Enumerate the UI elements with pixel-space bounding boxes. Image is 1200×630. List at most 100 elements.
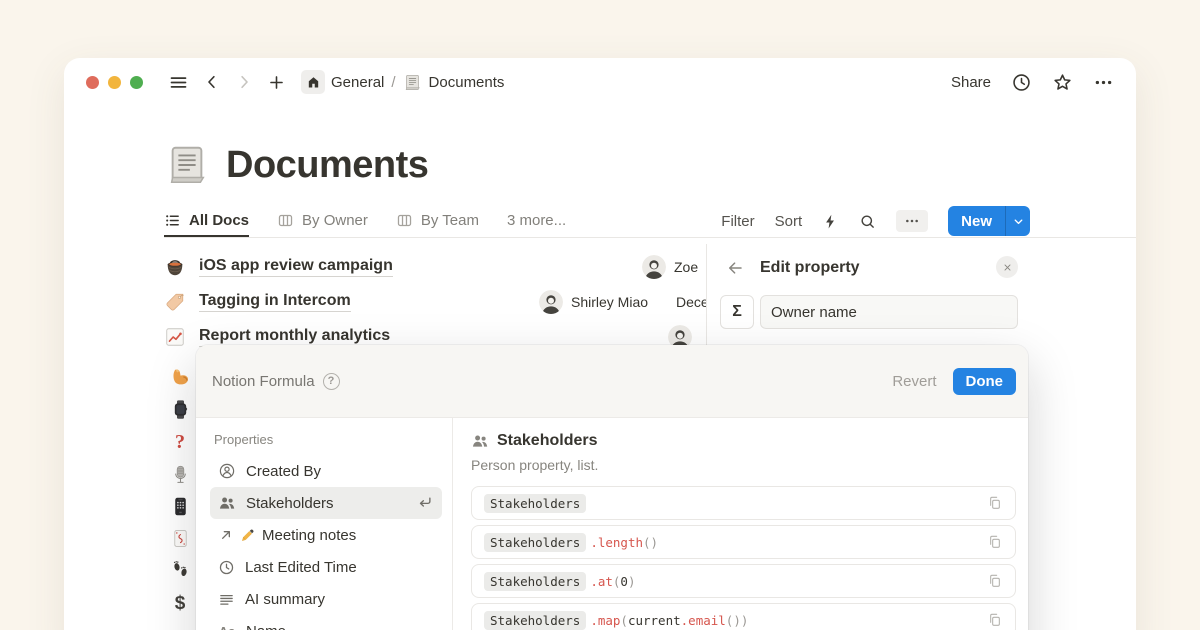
people-icon — [471, 432, 489, 450]
help-icon[interactable]: ? — [323, 373, 340, 390]
tab-all-docs[interactable]: All Docs — [164, 204, 249, 237]
row-title[interactable]: Tagging in Intercom — [199, 292, 351, 312]
breadcrumb-space[interactable]: General — [331, 74, 384, 91]
property-type-button[interactable]: Σ — [720, 295, 754, 329]
share-button[interactable]: Share — [951, 74, 991, 91]
copy-icon[interactable] — [987, 495, 1003, 511]
property-label: Name — [246, 623, 286, 630]
table-panel-divider — [706, 244, 707, 345]
breadcrumb-page[interactable]: Documents — [429, 74, 505, 91]
breadcrumb: General / Documents — [331, 73, 504, 92]
new-page-icon[interactable] — [267, 73, 286, 92]
code-segment: ) — [628, 574, 636, 589]
home-icon — [306, 75, 321, 90]
home-badge[interactable] — [301, 70, 325, 94]
row-title[interactable]: Report monthly analytics — [199, 327, 390, 347]
writing-pen-icon — [240, 527, 256, 543]
favorite-star-icon[interactable] — [1052, 72, 1073, 93]
property-detail-subtitle: Person property, list. — [471, 457, 1016, 473]
code-segment: ( — [620, 613, 628, 628]
row-icon-microphone — [168, 462, 192, 486]
back-icon[interactable] — [203, 73, 221, 91]
arrow-up-right-icon — [218, 527, 234, 543]
breadcrumb-separator: / — [391, 74, 395, 91]
close-panel-button[interactable] — [996, 256, 1018, 278]
property-label: Meeting notes — [262, 527, 356, 544]
property-item-name[interactable]: Aa Name — [210, 615, 442, 630]
code-segment: .map — [590, 613, 620, 628]
edit-property-title: Edit property — [760, 259, 860, 277]
formula-modal-body: Properties Created By Stakeholders Meeti… — [196, 418, 1028, 630]
table-row[interactable]: Tagging in Intercom Shirley Miao Dece — [164, 285, 706, 319]
row-title[interactable]: iOS app review campaign — [199, 257, 393, 277]
code-segment: current — [628, 613, 681, 628]
property-item-stakeholders[interactable]: Stakeholders — [210, 487, 442, 519]
forward-icon[interactable] — [235, 73, 253, 91]
tab-more-views[interactable]: 3 more... — [507, 204, 566, 237]
back-arrow-icon[interactable] — [726, 259, 744, 277]
formula-suggestion[interactable]: Stakeholders .map ( current .email ()) — [471, 603, 1016, 630]
new-dropdown-button[interactable] — [1005, 206, 1030, 236]
copy-icon[interactable] — [987, 612, 1003, 628]
tab-by-team[interactable]: By Team — [396, 204, 479, 237]
row-people: Shirley Miao Dece — [539, 290, 706, 314]
zoom-window-button[interactable] — [130, 76, 143, 89]
formula-property-detail: Stakeholders Person property, list. Stak… — [453, 418, 1028, 630]
automations-bolt-icon[interactable] — [822, 213, 839, 230]
minimize-window-button[interactable] — [108, 76, 121, 89]
view-options-button[interactable] — [896, 210, 928, 232]
row-icon-dollar: $ — [168, 592, 192, 616]
copy-icon[interactable] — [987, 573, 1003, 589]
code-segment: ( — [613, 574, 621, 589]
sidebar-menu-icon[interactable] — [168, 72, 189, 93]
revert-button[interactable]: Revert — [892, 373, 936, 390]
tab-label: By Owner — [302, 212, 368, 229]
new-split-button: New — [948, 206, 1030, 236]
window-topbar: General / Documents Share — [64, 58, 1136, 106]
formula-suggestion[interactable]: Stakeholders — [471, 486, 1016, 520]
formula-suggestion[interactable]: Stakeholders .at ( 0 ) — [471, 564, 1016, 598]
page-title: Documents — [226, 144, 428, 187]
avatar[interactable] — [539, 290, 563, 314]
page-emoji-document-icon[interactable] — [164, 142, 210, 188]
table-row[interactable]: iOS app review campaign Zoe — [164, 250, 706, 284]
list-view-icon — [164, 212, 181, 229]
formula-modal-actions: Revert Done — [892, 368, 1016, 395]
tab-label: All Docs — [189, 212, 249, 229]
clock-icon — [218, 559, 235, 576]
document-icon — [403, 73, 422, 92]
tab-by-owner[interactable]: By Owner — [277, 204, 368, 237]
done-button[interactable]: Done — [953, 368, 1017, 395]
view-toolbar: Filter Sort New — [721, 204, 1030, 238]
page-background: General / Documents Share Documents A — [0, 0, 1200, 630]
row-icon-watch — [168, 397, 192, 421]
row-icon-basket — [164, 256, 186, 278]
tab-label: 3 more... — [507, 212, 566, 229]
properties-section-label: Properties — [214, 432, 442, 447]
property-detail-header: Stakeholders — [471, 432, 1016, 450]
formula-suggestion[interactable]: Stakeholders .length () — [471, 525, 1016, 559]
property-label: Created By — [246, 463, 321, 480]
avatar[interactable] — [642, 255, 666, 279]
row-icon-chart — [164, 326, 186, 348]
title-type-icon: Aa — [218, 624, 236, 630]
board-view-icon — [396, 212, 413, 229]
property-item-meeting-notes[interactable]: Meeting notes — [210, 519, 442, 551]
sort-button[interactable]: Sort — [775, 213, 803, 230]
code-segment: () — [643, 535, 658, 550]
filter-button[interactable]: Filter — [721, 213, 754, 230]
property-name-input[interactable] — [760, 295, 1018, 329]
search-icon[interactable] — [859, 213, 876, 230]
property-item-created-by[interactable]: Created By — [210, 455, 442, 487]
edit-property-header: Edit property — [720, 254, 1018, 282]
code-segment: ()) — [726, 613, 749, 628]
chevron-down-icon — [1012, 215, 1025, 228]
updates-clock-icon[interactable] — [1011, 72, 1032, 93]
property-item-last-edited-time[interactable]: Last Edited Time — [210, 551, 442, 583]
more-options-icon[interactable] — [1093, 72, 1114, 93]
copy-icon[interactable] — [987, 534, 1003, 550]
new-button[interactable]: New — [948, 206, 1005, 236]
property-label: AI summary — [245, 591, 325, 608]
close-window-button[interactable] — [86, 76, 99, 89]
property-item-ai-summary[interactable]: AI summary — [210, 583, 442, 615]
